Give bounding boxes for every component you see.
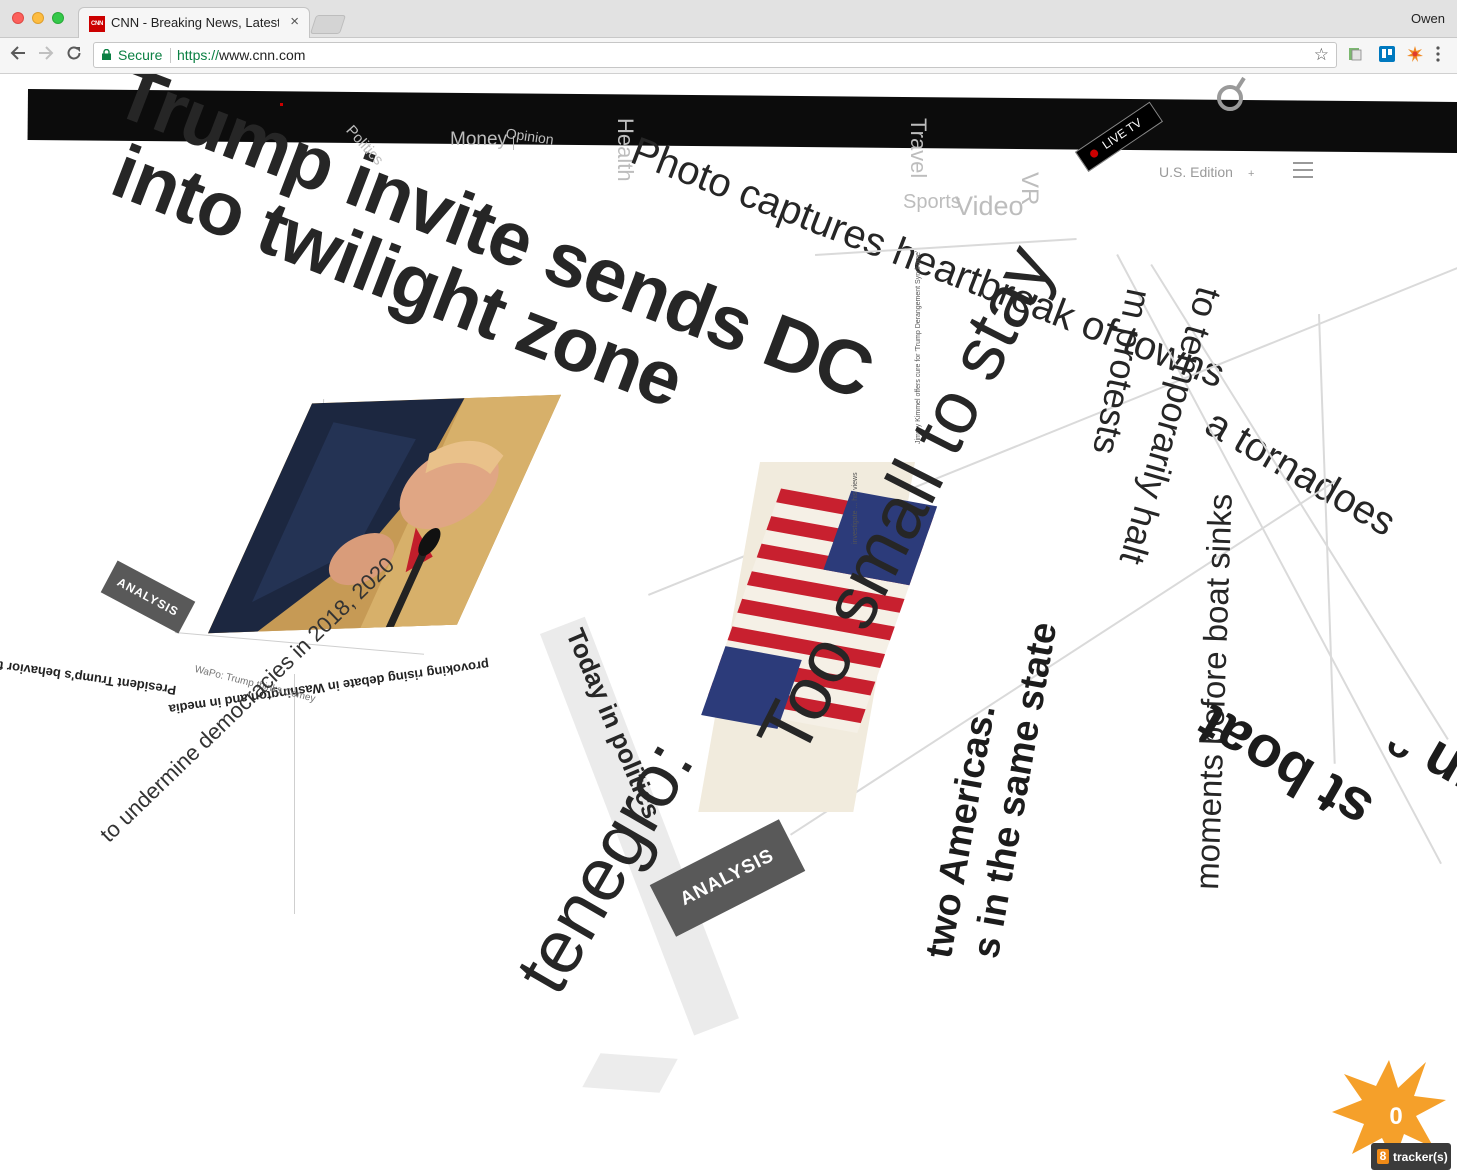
bookmark-star-icon[interactable]: ☆ bbox=[1314, 45, 1329, 65]
menu-dots-icon[interactable] bbox=[1436, 45, 1440, 65]
nav-link-money[interactable]: Money bbox=[450, 129, 507, 151]
tab-close-icon[interactable]: × bbox=[290, 14, 299, 30]
url-scheme: https:// bbox=[177, 47, 220, 63]
search-icon[interactable] bbox=[1212, 76, 1252, 116]
tracker-count-big: 0 bbox=[1389, 1103, 1402, 1130]
omnibox-separator bbox=[170, 48, 171, 63]
forward-arrow-icon[interactable] bbox=[37, 44, 55, 67]
headline-fragment[interactable]: ɹn ᵔ bbox=[1375, 707, 1457, 814]
cnn-favicon-icon: CNN bbox=[89, 16, 105, 32]
url-text[interactable]: https://www.cnn.com bbox=[177, 47, 305, 63]
nav-link-travel[interactable]: Travel bbox=[905, 118, 931, 178]
article-president-line1[interactable]: President Trump's behavior toward Russia… bbox=[0, 636, 177, 698]
nav-link-sports[interactable]: Sports bbox=[903, 191, 961, 214]
trump-photo-image bbox=[207, 394, 562, 634]
tracker-label: tracker(s) bbox=[1393, 1150, 1448, 1164]
lock-icon bbox=[102, 49, 111, 60]
trello-icon[interactable] bbox=[1379, 46, 1395, 62]
minimize-window-button[interactable] bbox=[32, 12, 44, 24]
new-tab-button[interactable] bbox=[309, 15, 347, 34]
analysis-badge-small[interactable]: ANALYSIS bbox=[100, 560, 196, 634]
window-titlebar: CNN CNN - Breaking News, Latest News and… bbox=[0, 0, 1457, 38]
edition-selector[interactable]: U.S. Edition bbox=[1159, 164, 1233, 180]
reload-icon[interactable] bbox=[65, 44, 83, 67]
tracker-count-small: 8 bbox=[1377, 1149, 1389, 1164]
nav-link-video[interactable]: Video bbox=[955, 191, 1024, 222]
address-bar[interactable]: Secure https://www.cnn.com ☆ bbox=[93, 42, 1337, 68]
hamburger-menu-icon[interactable] bbox=[1293, 162, 1313, 178]
live-dot-icon bbox=[1088, 148, 1100, 160]
image-fragment bbox=[582, 1053, 678, 1093]
edition-plus-icon[interactable]: + bbox=[1248, 168, 1254, 180]
profile-name[interactable]: Owen bbox=[1411, 11, 1445, 26]
headline-moments-boat[interactable]: moments before boat sinks bbox=[1188, 493, 1240, 890]
tab-title: CNN - Breaking News, Latest News and Vid… bbox=[111, 15, 279, 30]
page-viewport: Trump invite sends DC into twilight zone… bbox=[0, 74, 1457, 1172]
secure-label: Secure bbox=[118, 47, 163, 63]
back-arrow-icon[interactable] bbox=[9, 44, 27, 67]
close-window-button[interactable] bbox=[12, 12, 24, 24]
analysis-badge-large[interactable]: ANALYSIS bbox=[649, 819, 806, 937]
nav-link-vr[interactable]: VR bbox=[1015, 172, 1043, 205]
burst-icon[interactable] bbox=[1407, 46, 1423, 62]
url-host: www.cnn.com bbox=[219, 47, 306, 63]
tracker-counter-button[interactable]: 8 tracker(s) bbox=[1371, 1143, 1451, 1170]
browser-tab-active[interactable]: CNN CNN - Breaking News, Latest News and… bbox=[78, 7, 310, 38]
extension-icon[interactable] bbox=[1347, 46, 1363, 62]
browser-toolbar: Secure https://www.cnn.com ☆ bbox=[0, 38, 1457, 74]
divider-line bbox=[294, 674, 295, 914]
article-president-line2[interactable]: provoking rising debate in Washington an… bbox=[168, 657, 490, 717]
trump-photo[interactable] bbox=[207, 394, 562, 634]
maximize-window-button[interactable] bbox=[52, 12, 64, 24]
